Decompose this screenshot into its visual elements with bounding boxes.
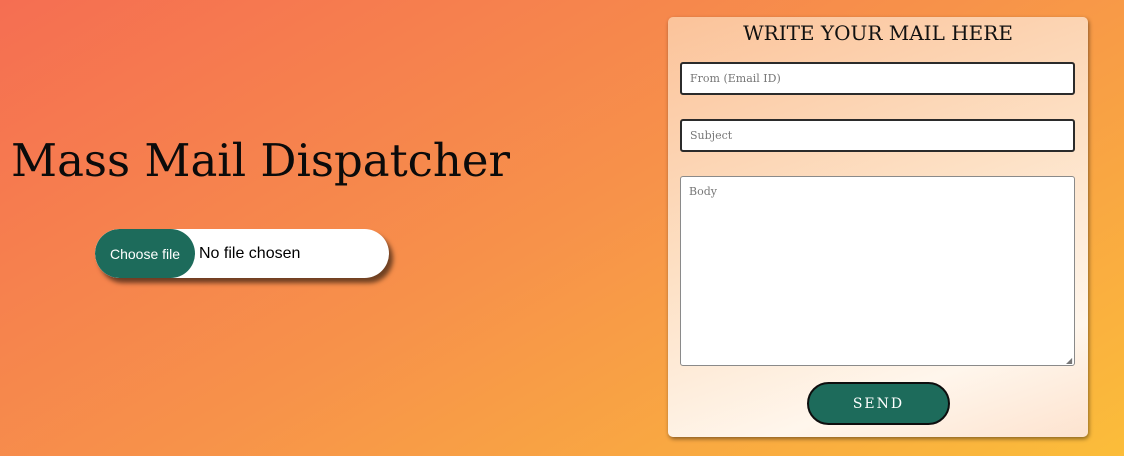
resize-handle-icon[interactable]: ◢	[1066, 357, 1074, 365]
from-email-field[interactable]	[680, 62, 1075, 95]
mail-form-card: WRITE YOUR MAIL HERE ◢ SEND	[668, 17, 1088, 437]
mail-form-title: WRITE YOUR MAIL HERE	[743, 21, 1013, 45]
subject-field[interactable]	[680, 119, 1075, 152]
page-title: Mass Mail Dispatcher	[11, 134, 510, 187]
file-status-text: No file chosen	[199, 244, 301, 262]
file-upload-input[interactable]: Choose file No file chosen	[95, 229, 389, 278]
choose-file-button[interactable]: Choose file	[95, 229, 195, 278]
send-button[interactable]: SEND	[807, 382, 950, 425]
body-textarea[interactable]	[680, 176, 1075, 366]
